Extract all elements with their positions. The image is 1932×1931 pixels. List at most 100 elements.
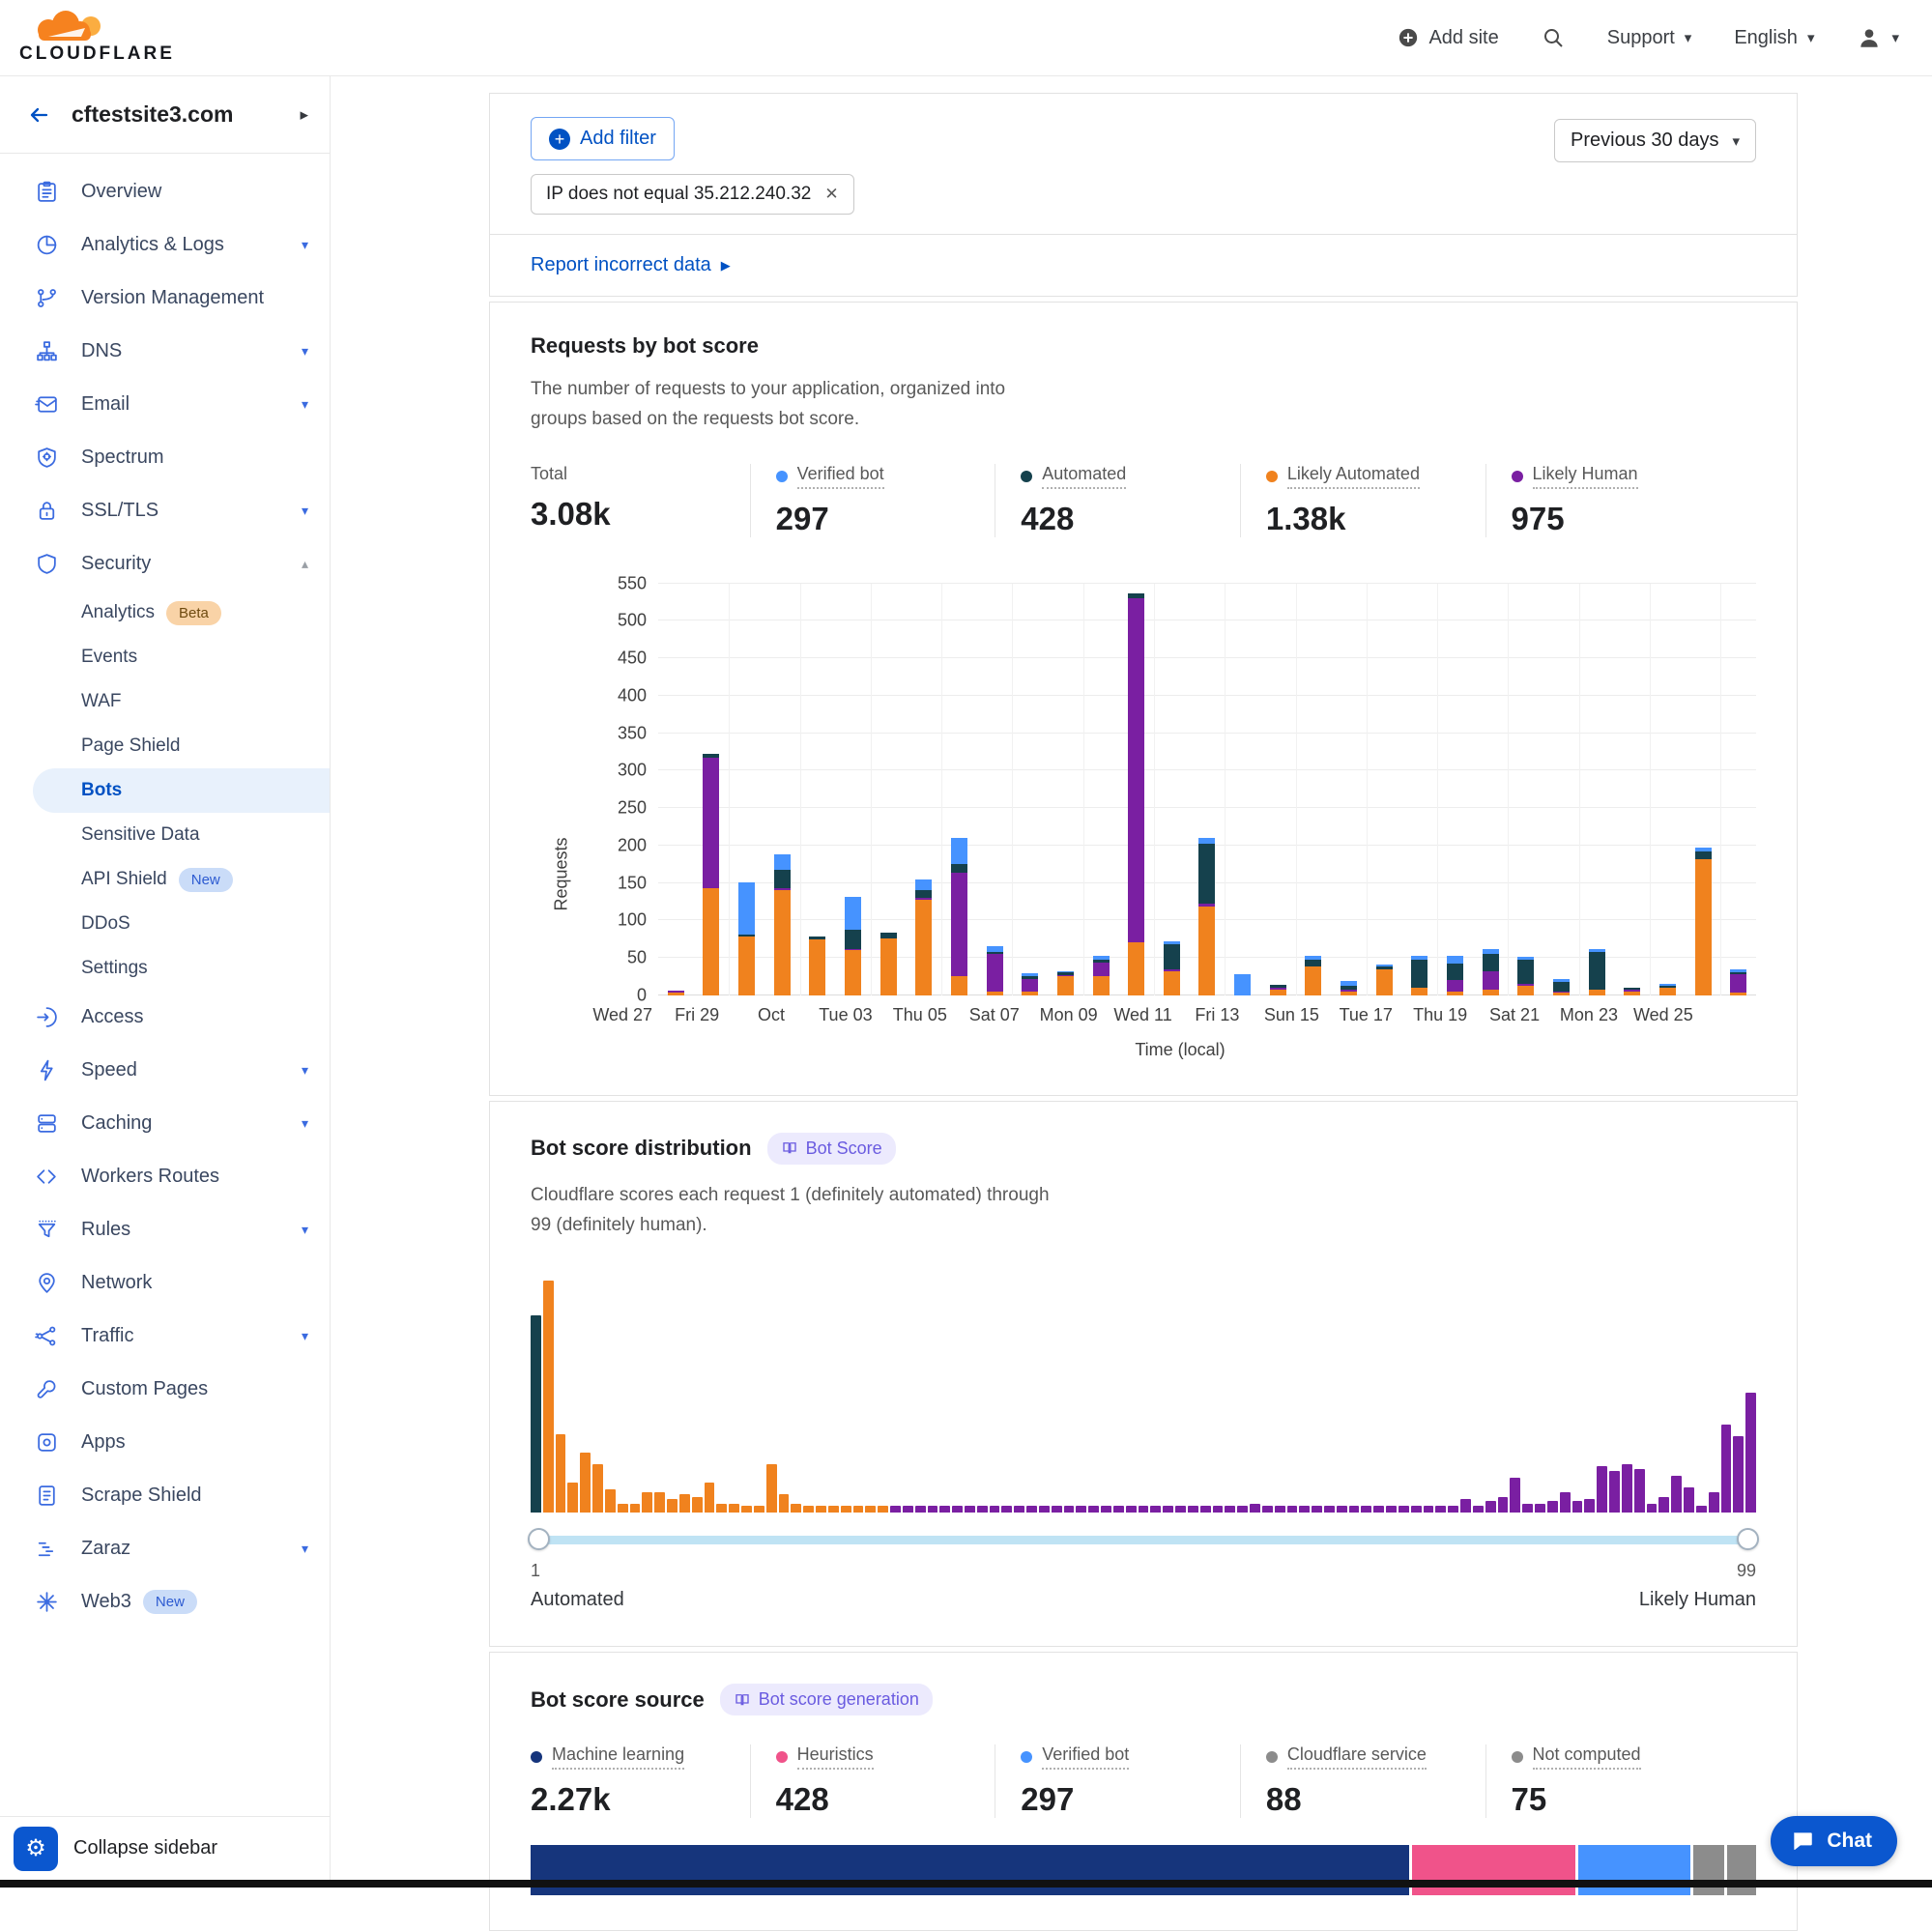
histogram-bar[interactable] <box>1696 1506 1707 1513</box>
sidebar-subitem-events[interactable]: Events <box>0 635 330 679</box>
stacked-bar[interactable] <box>1083 584 1119 995</box>
stacked-bar[interactable] <box>694 584 730 995</box>
sidebar-item-ssl-tls[interactable]: SSL/TLS▾ <box>0 484 330 537</box>
add-filter-button[interactable]: + Add filter <box>531 117 675 160</box>
histogram-bar[interactable] <box>1200 1506 1211 1513</box>
stacked-bar[interactable] <box>1260 584 1296 995</box>
sidebar-item-traffic[interactable]: Traffic▾ <box>0 1310 330 1363</box>
stacked-bar[interactable] <box>800 584 836 995</box>
histogram-bar[interactable] <box>1709 1492 1719 1513</box>
histogram-bar[interactable] <box>630 1504 641 1513</box>
histogram-bar[interactable] <box>816 1506 826 1513</box>
histogram-bar[interactable] <box>642 1492 652 1513</box>
stacked-bar[interactable] <box>1473 584 1509 995</box>
histogram-bar[interactable] <box>903 1506 913 1513</box>
histogram-bar[interactable] <box>1647 1504 1658 1513</box>
histogram-bar[interactable] <box>1188 1506 1198 1513</box>
histogram-bar[interactable] <box>1485 1501 1496 1513</box>
histogram-bar[interactable] <box>1547 1501 1558 1513</box>
sidebar-item-rules[interactable]: Rules▾ <box>0 1203 330 1256</box>
source-segment-verified-bot[interactable] <box>1578 1845 1693 1895</box>
histogram-bar[interactable] <box>1014 1506 1024 1513</box>
stacked-bar[interactable] <box>1437 584 1473 995</box>
source-segment-not-computed[interactable] <box>1727 1845 1756 1895</box>
histogram-bar[interactable] <box>1361 1506 1371 1513</box>
histogram-bar[interactable] <box>580 1453 591 1513</box>
slider-handle-max[interactable] <box>1737 1528 1759 1550</box>
account-menu[interactable]: ▾ <box>1857 25 1899 50</box>
sidebar-item-spectrum[interactable]: Spectrum <box>0 431 330 484</box>
add-site-button[interactable]: Add site <box>1398 27 1498 49</box>
histogram-bar[interactable] <box>1150 1506 1161 1513</box>
histogram-bar[interactable] <box>1424 1506 1434 1513</box>
stacked-bar[interactable] <box>1154 584 1190 995</box>
stacked-bar[interactable] <box>941 584 977 995</box>
histogram-bar[interactable] <box>1733 1436 1744 1513</box>
histogram-bar[interactable] <box>1658 1497 1669 1513</box>
histogram-bar[interactable] <box>928 1506 938 1513</box>
histogram-bar[interactable] <box>965 1506 975 1513</box>
histogram-bar[interactable] <box>1101 1506 1111 1513</box>
stacked-bar[interactable] <box>1543 584 1579 995</box>
sidebar-item-security[interactable]: Security▴ <box>0 537 330 591</box>
sidebar-subitem-waf[interactable]: WAF <box>0 679 330 724</box>
stacked-bar[interactable] <box>1614 584 1650 995</box>
histogram-bar[interactable] <box>1435 1506 1446 1513</box>
histogram-bar[interactable] <box>1064 1506 1075 1513</box>
sidebar-item-scrape-shield[interactable]: Scrape Shield <box>0 1469 330 1522</box>
histogram-bar[interactable] <box>939 1506 950 1513</box>
stacked-bar[interactable] <box>1012 584 1048 995</box>
histogram-bar[interactable] <box>618 1504 628 1513</box>
sidebar-item-network[interactable]: Network <box>0 1256 330 1310</box>
histogram-bar[interactable] <box>567 1483 578 1513</box>
histogram-bar[interactable] <box>1411 1506 1422 1513</box>
stacked-bar[interactable] <box>907 584 942 995</box>
report-incorrect-data-link[interactable]: Report incorrect data ▶ <box>490 234 1797 296</box>
site-switcher[interactable]: cftestsite3.com ▸ <box>0 76 330 154</box>
histogram-bar[interactable] <box>1622 1464 1632 1513</box>
source-segment-heuristics[interactable] <box>1412 1845 1578 1895</box>
bot-score-generation-docs-badge[interactable]: Bot score generation <box>720 1684 933 1715</box>
histogram-bar[interactable] <box>1026 1506 1037 1513</box>
histogram-bar[interactable] <box>1324 1506 1335 1513</box>
histogram-bar[interactable] <box>1560 1492 1571 1513</box>
stacked-bar[interactable] <box>1048 584 1083 995</box>
histogram-bar[interactable] <box>1448 1506 1458 1513</box>
histogram-bar[interactable] <box>1745 1393 1756 1513</box>
sidebar-item-overview[interactable]: Overview <box>0 165 330 218</box>
stacked-bar[interactable] <box>1508 584 1543 995</box>
histogram-bar[interactable] <box>729 1504 739 1513</box>
histogram-bar[interactable] <box>878 1506 888 1513</box>
stacked-bar[interactable] <box>1190 584 1226 995</box>
close-icon[interactable]: ✕ <box>824 185 838 204</box>
chevron-right-icon[interactable]: ▸ <box>300 105 308 125</box>
histogram-bar[interactable] <box>1250 1504 1260 1513</box>
support-menu[interactable]: Support▾ <box>1607 27 1692 49</box>
sidebar-subitem-api-shield[interactable]: API ShieldNew <box>0 857 330 902</box>
histogram-bar[interactable] <box>1522 1504 1533 1513</box>
histogram-bar[interactable] <box>803 1506 814 1513</box>
histogram-bar[interactable] <box>791 1504 801 1513</box>
gear-icon[interactable]: ⚙ <box>14 1827 58 1871</box>
sidebar-subitem-bots[interactable]: Bots <box>33 768 330 813</box>
histogram-bar[interactable] <box>841 1506 851 1513</box>
histogram-bar[interactable] <box>531 1315 541 1513</box>
search-button[interactable] <box>1542 26 1565 49</box>
histogram-bar[interactable] <box>1386 1506 1397 1513</box>
source-segment-machine-learning[interactable] <box>531 1845 1412 1895</box>
histogram-bar[interactable] <box>977 1506 988 1513</box>
sidebar-item-analytics-logs[interactable]: Analytics & Logs▾ <box>0 218 330 272</box>
sidebar-item-version-management[interactable]: Version Management <box>0 272 330 325</box>
histogram-bar[interactable] <box>1473 1506 1484 1513</box>
histogram-bar[interactable] <box>1126 1506 1137 1513</box>
histogram-bar[interactable] <box>890 1506 901 1513</box>
histogram-bar[interactable] <box>853 1506 864 1513</box>
histogram-bar[interactable] <box>1237 1506 1248 1513</box>
stacked-bar[interactable] <box>1331 584 1367 995</box>
sidebar-item-email[interactable]: Email▾ <box>0 378 330 431</box>
chat-button[interactable]: Chat <box>1771 1816 1897 1866</box>
histogram-bar[interactable] <box>766 1464 777 1513</box>
language-menu[interactable]: English▾ <box>1734 27 1814 49</box>
histogram-bar[interactable] <box>754 1506 764 1513</box>
sidebar-subitem-ddos[interactable]: DDoS <box>0 902 330 946</box>
